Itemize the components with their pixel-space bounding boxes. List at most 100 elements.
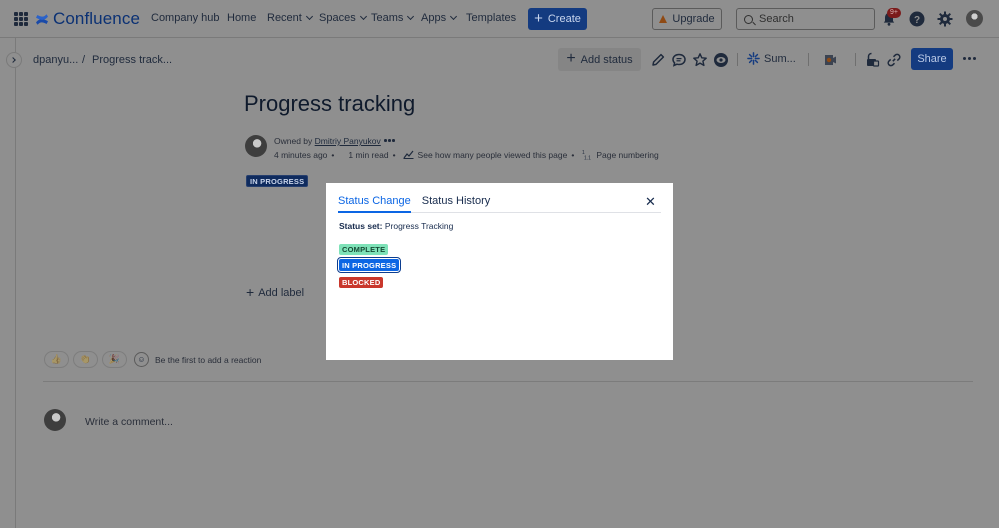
page-title: Progress tracking — [244, 91, 416, 116]
owned-by-prefix: Owned by — [274, 136, 313, 146]
nav-apps[interactable]: Apps — [421, 12, 458, 24]
upgrade-button[interactable]: Upgrade — [652, 8, 722, 30]
comments-divider — [43, 381, 973, 382]
help-icon[interactable]: ? — [909, 11, 925, 27]
sidebar-divider — [15, 38, 16, 528]
nav-company-hub[interactable]: Company hub — [151, 12, 220, 24]
status-option-in-progress[interactable]: IN PROGRESS — [336, 257, 402, 273]
thumbs-up-icon: 👍 — [50, 354, 63, 364]
dialog-tabs: Status Change Status History — [338, 195, 661, 213]
bullet-separator: • — [571, 149, 575, 160]
bullet-separator: • — [331, 149, 335, 160]
add-status-button[interactable]: + Add status — [558, 48, 641, 71]
status-dialog: Status Change Status History ✕ Status se… — [326, 183, 673, 360]
commenter-avatar — [44, 409, 66, 431]
breadcrumb-space[interactable]: dpanyu... — [33, 54, 78, 66]
loom-record-icon[interactable] — [822, 52, 838, 68]
close-icon[interactable]: ✕ — [645, 195, 656, 208]
edit-pencil-icon[interactable] — [650, 52, 666, 68]
toolbar-divider — [737, 53, 738, 66]
copy-link-icon[interactable] — [886, 52, 902, 68]
owner-name-link[interactable]: Dmitriy Panyukov — [315, 136, 381, 146]
page-meta-line: 4 minutes ago • 1 min read • See how man… — [274, 149, 659, 161]
nav-templates[interactable]: Templates — [466, 12, 516, 24]
page-views-link[interactable]: See how many people viewed this page — [418, 150, 568, 160]
confluence-logo-icon — [36, 13, 48, 25]
notification-badge: 9+ — [887, 8, 901, 18]
nav-teams[interactable]: Teams — [371, 12, 415, 24]
status-set-value: Progress Tracking — [384, 221, 454, 231]
status-set-line: Status set: Progress Tracking — [339, 221, 453, 231]
reactions-prompt: Be the first to add a reaction — [155, 355, 262, 365]
create-button[interactable]: + Create — [528, 8, 587, 30]
top-navigation: Confluence Company hub Home Recent Space… — [0, 0, 999, 38]
summarize-button[interactable]: Sum... — [747, 52, 796, 65]
summarize-label: Sum... — [764, 52, 796, 65]
owner-avatar[interactable] — [245, 135, 267, 157]
confluence-logo[interactable]: Confluence — [35, 9, 140, 29]
restrictions-lock-icon[interactable] — [864, 52, 880, 68]
nav-label: Teams — [371, 12, 404, 24]
search-input[interactable]: Search — [736, 8, 875, 30]
page-numbering-icon: 1 1.1 — [582, 150, 591, 161]
reaction-clap-button[interactable]: 👏 — [73, 351, 98, 368]
owner-more-icon[interactable] — [384, 139, 395, 142]
bullet-separator: • — [392, 149, 396, 160]
star-icon[interactable] — [692, 52, 708, 68]
reaction-thumbs-up-button[interactable]: 👍 — [44, 351, 69, 368]
watch-eye-icon[interactable] — [713, 52, 729, 68]
settings-gear-icon[interactable] — [937, 11, 953, 27]
time-ago: 4 minutes ago — [274, 149, 328, 160]
svg-text:1.1: 1.1 — [584, 156, 591, 161]
breadcrumb-page[interactable]: Progress track... — [92, 54, 172, 66]
tab-status-change[interactable]: Status Change — [338, 195, 411, 213]
owned-by-line: Owned by Dmitriy Panyukov — [274, 136, 381, 146]
app-name: Confluence — [53, 9, 141, 28]
add-reaction-button[interactable]: ☺ — [134, 352, 149, 367]
nav-label: Home — [227, 12, 257, 24]
chevron-down-icon — [305, 12, 313, 21]
svg-text:?: ? — [914, 15, 920, 26]
status-option-complete[interactable]: COMPLETE — [339, 244, 389, 255]
create-label: Create — [547, 13, 581, 25]
nav-label: Company hub — [151, 12, 220, 24]
add-label-button[interactable]: + Add label — [246, 285, 304, 299]
chevron-down-icon — [407, 12, 415, 21]
smiley-add-icon: ☺ — [137, 355, 146, 364]
user-avatar[interactable] — [966, 10, 983, 27]
status-set-label: Status set: — [339, 221, 383, 231]
page-numbering-link[interactable]: Page numbering — [596, 150, 658, 160]
page-status-badge[interactable]: IN PROGRESS — [246, 175, 309, 187]
add-status-label: Add status — [580, 53, 633, 66]
clapping-hands-icon: 👏 — [79, 354, 92, 364]
nav-spaces[interactable]: Spaces — [319, 12, 367, 24]
nav-home[interactable]: Home — [227, 12, 256, 24]
app-switcher-icon[interactable] — [14, 12, 28, 26]
plus-icon: + — [566, 49, 576, 67]
warning-icon — [659, 15, 668, 23]
nav-label: Spaces — [319, 12, 356, 24]
nav-recent[interactable]: Recent — [267, 12, 313, 24]
read-time: 1 min read — [348, 149, 389, 160]
more-actions-icon[interactable] — [963, 57, 976, 60]
reaction-party-button[interactable]: 🎉 — [102, 351, 127, 368]
search-icon — [744, 14, 753, 24]
status-option-blocked[interactable]: BLOCKED — [339, 277, 384, 288]
plus-icon: + — [534, 9, 543, 27]
analytics-chart-icon — [403, 150, 414, 159]
breadcrumb-separator: / — [82, 54, 86, 66]
chevron-right-icon — [10, 57, 16, 63]
toolbar-divider — [855, 53, 856, 66]
search-placeholder: Search — [759, 13, 794, 25]
nav-label: Templates — [466, 12, 517, 24]
chevron-down-icon — [359, 12, 367, 21]
share-button[interactable]: Share — [911, 48, 953, 70]
comment-input[interactable]: Write a comment... — [85, 416, 173, 428]
comment-icon[interactable] — [671, 52, 687, 68]
upgrade-label: Upgrade — [672, 13, 715, 25]
chevron-down-icon — [450, 12, 458, 21]
party-popper-icon: 🎉 — [108, 354, 121, 364]
tab-status-history[interactable]: Status History — [422, 195, 490, 213]
expand-sidebar-button[interactable] — [6, 52, 22, 68]
nav-label: Apps — [421, 12, 447, 24]
